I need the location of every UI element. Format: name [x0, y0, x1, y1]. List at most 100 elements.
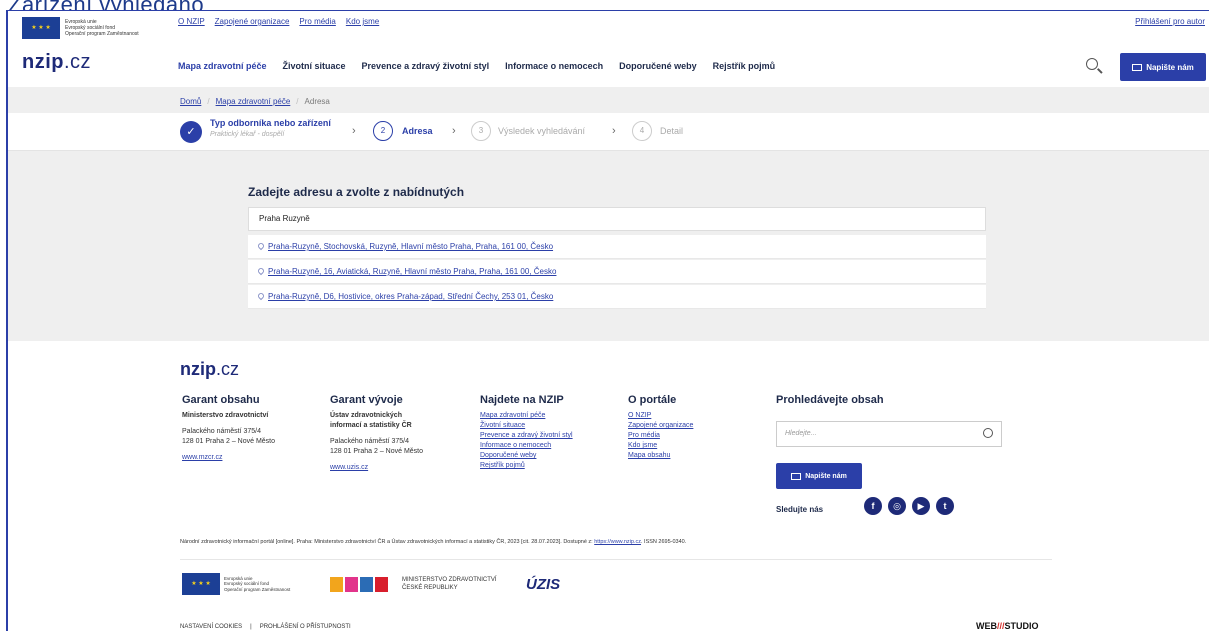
footer-address: Palackého náměstí 375/4: [330, 438, 409, 445]
footer-link[interactable]: Prevence a zdravý životní styl: [480, 431, 573, 441]
step1-sublabel: Praktický lékař - dospělí: [210, 131, 285, 138]
breadcrumb-home[interactable]: Domů: [180, 97, 201, 106]
address-suggestion[interactable]: Praha-Ruzyně, 16, Aviatická, Ruzyně, Hla…: [248, 260, 986, 284]
search-icon[interactable]: [983, 428, 993, 438]
accessibility-link[interactable]: PROHLÁŠENÍ O PŘÍSTUPNOSTI: [260, 624, 351, 630]
footer-link[interactable]: Doporučené weby: [480, 451, 573, 461]
nav-item-healthcare-map[interactable]: Mapa zdravotní péče: [178, 61, 267, 71]
chevron-right-icon: ›: [612, 125, 616, 137]
toplink-about[interactable]: Kdo jsme: [346, 17, 379, 26]
footer-link[interactable]: Rejstřík pojmů: [480, 461, 573, 471]
footer-col-title: Najdete na NZIP: [480, 394, 564, 406]
footer-link[interactable]: Pro média: [628, 431, 693, 441]
location-pin-icon: [256, 291, 266, 301]
logo-tld: .cz: [216, 359, 240, 379]
footer-org: Ústav zdravotnických: [330, 411, 423, 421]
footer-org: Ministerstvo zdravotnictví: [182, 412, 269, 419]
citation-end: . ISSN 2695-0340.: [641, 539, 687, 545]
footer-write-us-button[interactable]: Napište nám: [776, 463, 862, 489]
mail-icon: [1132, 63, 1143, 71]
breadcrumb-current: Adresa: [304, 97, 330, 106]
webstudio-logo[interactable]: WEB///STUDIO: [976, 621, 1039, 631]
footer-link[interactable]: O NZIP: [628, 411, 693, 421]
write-us-label: Napište nám: [1146, 62, 1194, 72]
search-icon[interactable]: [1083, 55, 1107, 79]
check-icon[interactable]: ✓: [180, 121, 202, 143]
footer-link-mzcr[interactable]: www.mzcr.cz: [182, 453, 275, 463]
footer-org: informací a statistiky ČR: [330, 421, 423, 431]
footer-address: Palackého náměstí 375/4: [182, 428, 261, 435]
cookies-settings-link[interactable]: NASTAVENÍ COOKIES: [180, 624, 242, 630]
footer-col-title: Garant vývoje: [330, 394, 403, 406]
nav-item-recommended-webs[interactable]: Doporučené weby: [619, 61, 697, 71]
write-us-button[interactable]: Napište nám: [1120, 53, 1206, 81]
breadcrumb-healthcare-map[interactable]: Mapa zdravotní péče: [216, 97, 291, 106]
footer-col-title: Garant obsahu: [182, 394, 260, 406]
eu-logo: ★ ★ ★ Evropská unie Evropský sociální fo…: [22, 17, 175, 39]
footer-divider: [180, 559, 1052, 560]
step1-label[interactable]: Typ odborníka nebo zařízení: [210, 118, 331, 128]
top-links: O NZIP Zapojené organizace Pro média Kdo…: [178, 17, 379, 26]
logo-main: nzip: [22, 51, 64, 73]
top-bar: ★ ★ ★ Evropská unie Evropský sociální fo…: [8, 11, 1209, 45]
eu-line: Operační program Zaměstnanost: [224, 586, 291, 592]
toplink-organizations[interactable]: Zapojené organizace: [215, 17, 290, 26]
footer-logo[interactable]: nzip.cz: [180, 359, 239, 380]
footer-col-dev-guarantor: Garant vývoje Ústav zdravotnických infor…: [330, 395, 423, 473]
address-input[interactable]: Praha Ruzyně: [248, 207, 986, 231]
ministry-line: MINISTERSTVO ZDRAVOTNICTVÍ: [402, 577, 497, 583]
footer-link[interactable]: Kdo jsme: [628, 441, 693, 451]
footer-col-title: Prohledávejte obsah: [776, 394, 884, 406]
footer-link[interactable]: Mapa obsahu: [628, 451, 693, 461]
citation-link[interactable]: https://www.nzip.cz: [594, 539, 641, 545]
suggestion-link[interactable]: Praha-Ruzyně, Stochovská, Ruzyně, Hlavní…: [268, 242, 553, 251]
logo-tld: .cz: [64, 51, 92, 73]
browser-frame: ★ ★ ★ Evropská unie Evropský sociální fo…: [6, 10, 1209, 631]
logo-main: nzip: [180, 359, 216, 379]
instagram-icon[interactable]: ◎: [888, 497, 906, 515]
footer-link[interactable]: Životní situace: [480, 421, 573, 431]
nzip-logo[interactable]: nzip.cz: [22, 51, 91, 74]
footer-link[interactable]: Informace o nemocech: [480, 441, 573, 451]
step3-label: Výsledek vyhledávání: [498, 126, 586, 136]
mail-icon: [791, 472, 802, 480]
address-suggestion[interactable]: Praha-Ruzyně, Stochovská, Ruzyně, Hlavní…: [248, 235, 986, 259]
footer-link-uzis[interactable]: www.uzis.cz: [330, 463, 423, 473]
op-logo-icon: [330, 576, 388, 592]
breadcrumb-separator: /: [296, 97, 299, 106]
toplink-o-nzip[interactable]: O NZIP: [178, 17, 205, 26]
bottom-separator: |: [250, 624, 252, 630]
youtube-icon[interactable]: ▶: [912, 497, 930, 515]
eu-flag-icon: ★ ★ ★: [22, 17, 60, 39]
footer-search-input[interactable]: Hledejte...: [776, 421, 1002, 447]
nav-item-life-situations[interactable]: Životní situace: [283, 61, 346, 71]
eu-logo-text: Evropská unie Evropský sociální fond Ope…: [65, 19, 175, 37]
twitter-icon[interactable]: t: [936, 497, 954, 515]
partner-logos: ★ ★ ★ Evropská unie Evropský sociální fo…: [182, 571, 560, 597]
header: nzip.cz Mapa zdravotní péče Životní situ…: [8, 47, 1209, 87]
footer-col-find: Najdete na NZIP Mapa zdravotní péče Živo…: [480, 395, 573, 471]
main-nav: Mapa zdravotní péče Životní situace Prev…: [178, 61, 775, 71]
footer-col-about: O portále O NZIP Zapojené organizace Pro…: [628, 395, 693, 461]
footer-link[interactable]: Mapa zdravotní péče: [480, 411, 573, 421]
stepper: ✓ Typ odborníka nebo zařízení Praktický …: [8, 113, 1209, 151]
write-us-label: Napište nám: [805, 472, 847, 480]
org-line: informací a statistiky ČR: [330, 422, 412, 429]
ministry-line: ČESKÉ REPUBLIKY: [402, 585, 458, 591]
footer-link[interactable]: Zapojené organizace: [628, 421, 693, 431]
suggestion-link[interactable]: Praha-Ruzyně, D6, Hostivice, okres Praha…: [268, 292, 553, 301]
ws-c: STUDIO: [1004, 621, 1039, 631]
nav-item-glossary[interactable]: Rejstřík pojmů: [713, 61, 776, 71]
breadcrumb: Domů / Mapa zdravotní péče / Adresa: [180, 97, 330, 106]
step4-number: 4: [632, 121, 652, 141]
address-suggestion[interactable]: Praha-Ruzyně, D6, Hostivice, okres Praha…: [248, 285, 986, 309]
facebook-icon[interactable]: f: [864, 497, 882, 515]
author-login-link[interactable]: Přihlášení pro autor: [1135, 17, 1205, 26]
toplink-media[interactable]: Pro média: [299, 17, 335, 26]
nav-item-diseases[interactable]: Informace o nemocech: [505, 61, 603, 71]
search-placeholder: Hledejte...: [785, 430, 817, 437]
suggestion-link[interactable]: Praha-Ruzyně, 16, Aviatická, Ruzyně, Hla…: [268, 267, 556, 276]
chevron-right-icon: ›: [352, 125, 356, 137]
nav-item-prevention[interactable]: Prevence a zdravý životní styl: [362, 61, 490, 71]
citation-text: Národní zdravotnický informační portál […: [180, 539, 595, 545]
